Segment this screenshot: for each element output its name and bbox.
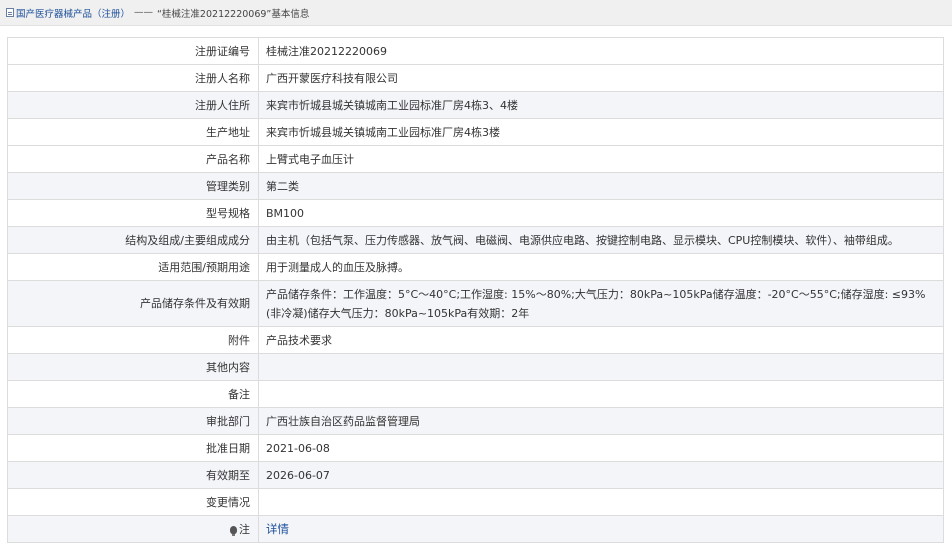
field-value: 产品技术要求 [258,326,944,354]
field-value: 第二类 [258,172,944,200]
field-label: 注 [7,515,259,543]
field-value: 用于测量成人的血压及脉搏。 [258,253,944,281]
breadcrumb-separator: —— [134,7,154,18]
field-label: 结构及组成/主要组成成分 [7,226,259,254]
field-value: 2026-06-07 [258,461,944,489]
breadcrumb-current: “桂械注准20212220069”基本信息 [157,8,310,20]
field-value [258,380,944,408]
table-row-intended-use: 适用范围/预期用途 用于测量成人的血压及脉搏。 [7,253,944,281]
table-row-registrant-address: 注册人住所 来宾市忻城县城关镇城南工业园标准厂房4栋3、4楼 [7,91,944,119]
field-value: 上臂式电子血压计 [258,145,944,173]
field-label: 生产地址 [7,118,259,146]
field-label: 适用范围/预期用途 [7,253,259,281]
field-label: 管理类别 [7,172,259,200]
field-label: 其他内容 [7,353,259,381]
field-value [258,488,944,516]
details-link[interactable]: 详情 [266,522,289,536]
field-value: BM100 [258,199,944,227]
field-label: 型号规格 [7,199,259,227]
field-value: 详情 [258,515,944,543]
table-row-structure-composition: 结构及组成/主要组成成分 由主机（包括气泵、压力传感器、放气阀、电磁阀、电源供应… [7,226,944,254]
registration-info-table: 注册证编号 桂械注准20212220069 注册人名称 广西开蒙医疗科技有限公司… [7,37,944,543]
field-label: 有效期至 [7,461,259,489]
breadcrumb: 国产医疗器械产品（注册） —— “桂械注准20212220069”基本信息 [0,0,952,26]
field-label: 注册人住所 [7,91,259,119]
table-row-attachments: 附件 产品技术要求 [7,326,944,354]
field-label: 批准日期 [7,434,259,462]
field-label: 变更情况 [7,488,259,516]
table-row-registrant-name: 注册人名称 广西开蒙医疗科技有限公司 [7,64,944,92]
table-row-management-category: 管理类别 第二类 [7,172,944,200]
field-value: 2021-06-08 [258,434,944,462]
breadcrumb-root-link[interactable]: 国产医疗器械产品（注册） [16,6,130,20]
field-value: 产品储存条件：工作温度：5°C～40°C;工作湿度: 15%～80%;大气压力：… [258,280,944,327]
document-icon [6,8,14,17]
table-row-production-address: 生产地址 来宾市忻城县城关镇城南工业园标准厂房4栋3楼 [7,118,944,146]
field-label: 注册人名称 [7,64,259,92]
field-value: 桂械注准20212220069 [258,37,944,65]
table-row-approval-department: 审批部门 广西壮族自治区药品监督管理局 [7,407,944,435]
table-row-remarks: 备注 [7,380,944,408]
table-row-product-name: 产品名称 上臂式电子血压计 [7,145,944,173]
field-label: 附件 [7,326,259,354]
table-row-storage-validity: 产品储存条件及有效期 产品储存条件：工作温度：5°C～40°C;工作湿度: 15… [7,280,944,327]
note-label: 注 [239,522,250,536]
field-label: 产品名称 [7,145,259,173]
field-label: 注册证编号 [7,37,259,65]
field-value: 来宾市忻城县城关镇城南工业园标准厂房4栋3、4楼 [258,91,944,119]
table-row-valid-until: 有效期至 2026-06-07 [7,461,944,489]
table-row-other-content: 其他内容 [7,353,944,381]
field-value: 来宾市忻城县城关镇城南工业园标准厂房4栋3楼 [258,118,944,146]
field-label: 产品储存条件及有效期 [7,280,259,327]
field-value: 广西开蒙医疗科技有限公司 [258,64,944,92]
field-label: 备注 [7,380,259,408]
field-label: 审批部门 [7,407,259,435]
field-value: 由主机（包括气泵、压力传感器、放气阀、电磁阀、电源供应电路、按键控制电路、显示模… [258,226,944,254]
table-row-approval-date: 批准日期 2021-06-08 [7,434,944,462]
table-row-note: 注 详情 [7,515,944,543]
field-value: 广西壮族自治区药品监督管理局 [258,407,944,435]
table-row-change-history: 变更情况 [7,488,944,516]
lightbulb-icon [230,525,237,536]
table-row-registration-number: 注册证编号 桂械注准20212220069 [7,37,944,65]
field-value [258,353,944,381]
table-row-model-spec: 型号规格 BM100 [7,199,944,227]
